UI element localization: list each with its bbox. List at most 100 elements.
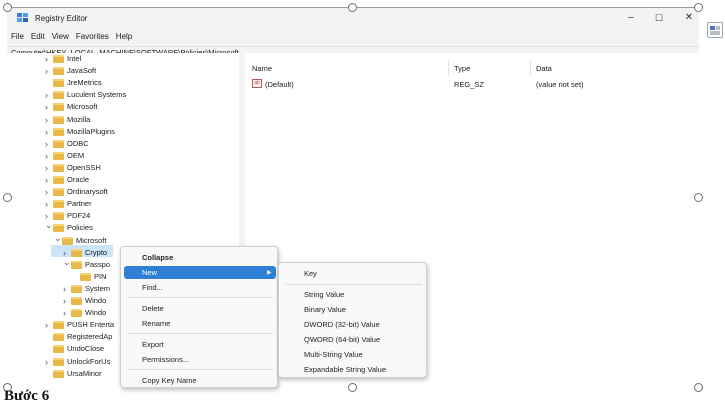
column-header-type[interactable]: Type (454, 64, 470, 73)
chevron-right-icon[interactable]: › (45, 198, 48, 210)
chevron-right-icon: ▶ (267, 270, 272, 276)
resize-handle[interactable] (348, 383, 357, 392)
submenu-item-dword-value[interactable]: DWORD (32-bit) Value (304, 320, 380, 329)
menu-item-copy-key-name[interactable]: Copy Key Name (142, 376, 197, 385)
minimize-button[interactable]: – (621, 11, 641, 25)
tree-item[interactable]: › JavaSoft (7, 65, 235, 77)
tree-item[interactable]: ⌄ Microsoft (7, 232, 235, 247)
tree-item[interactable]: › Partner (7, 198, 235, 210)
context-menu: Collapse New ▶ Find... Delete Rename Exp… (120, 246, 278, 388)
maximize-button[interactable]: ☐ (649, 11, 669, 25)
chevron-right-icon[interactable]: › (45, 186, 48, 198)
chevron-right-icon[interactable]: › (45, 138, 48, 150)
resize-handle[interactable] (694, 383, 703, 392)
menu-item-rename[interactable]: Rename (142, 319, 170, 328)
chevron-right-icon[interactable]: › (45, 53, 48, 65)
tree-item-label: UnlockForUs (67, 356, 111, 366)
chevron-right-icon[interactable]: › (63, 295, 66, 307)
folder-icon (53, 151, 64, 160)
value-data: (value not set) (536, 80, 584, 89)
resize-handle[interactable] (3, 3, 12, 12)
submenu-item-expandable-string-value[interactable]: Expandable String Value (304, 365, 386, 374)
chevron-right-icon[interactable]: › (45, 319, 48, 331)
close-button[interactable]: ✕ (679, 11, 699, 25)
menu-favorites[interactable]: Favorites (76, 32, 109, 41)
tree-item-label: JavaSoft (67, 66, 97, 76)
tree-item[interactable]: › Intel (7, 53, 235, 65)
column-divider[interactable] (530, 61, 531, 75)
tree-item-label: MozillaPlugins (67, 126, 115, 136)
tree-item-label: Windo (85, 308, 107, 318)
resize-handle[interactable] (348, 3, 357, 12)
tree-item-label: Intel (67, 54, 82, 63)
layout-options-icon[interactable] (707, 22, 723, 38)
tree-item[interactable]: JreMetrics (7, 77, 235, 89)
chevron-right-icon[interactable]: › (45, 162, 48, 174)
chevron-right-icon[interactable]: › (45, 150, 48, 162)
submenu-item-key[interactable]: Key (304, 269, 317, 278)
folder-icon (53, 212, 64, 221)
tree-item[interactable]: ⌄ Policies (7, 219, 235, 234)
submenu-item-string-value[interactable]: String Value (304, 290, 344, 299)
menu-file[interactable]: File (11, 32, 24, 41)
chevron-right-icon[interactable]: › (45, 126, 48, 138)
tree-item-label: Ordinarysoft (67, 187, 108, 197)
menu-separator (285, 284, 422, 285)
submenu-item-binary-value[interactable]: Binary Value (304, 305, 346, 314)
menu-edit[interactable]: Edit (31, 32, 45, 41)
chevron-right-icon[interactable]: › (45, 89, 48, 101)
menu-help[interactable]: Help (116, 32, 132, 41)
string-value-icon: ab (252, 79, 262, 88)
tree-item-label: Windo (85, 296, 107, 305)
folder-icon (53, 163, 64, 172)
tree-item[interactable]: › ODBC (7, 138, 235, 150)
menu-view[interactable]: View (52, 32, 69, 41)
submenu-item-multi-string-value[interactable]: Multi-String Value (304, 350, 363, 359)
chevron-down-icon[interactable]: ⌄ (45, 219, 53, 231)
menu-item-find[interactable]: Find... (142, 283, 163, 292)
resize-handle[interactable] (694, 193, 703, 202)
chevron-right-icon[interactable]: › (63, 283, 66, 295)
tree-item-label: PDF24 (67, 211, 91, 221)
tree-item[interactable]: › Microsoft (7, 101, 235, 113)
tree-item-label: System (85, 283, 111, 293)
menu-item-collapse[interactable]: Collapse (142, 253, 173, 262)
column-header-data[interactable]: Data (536, 64, 552, 73)
folder-icon (53, 55, 64, 63)
folder-icon (53, 139, 64, 148)
tree-item[interactable]: › Luculent Systems (7, 89, 235, 101)
tree-item[interactable]: › PDF24 (7, 210, 235, 222)
tree-item[interactable]: › Mozilla (7, 114, 235, 126)
submenu-item-qword-value[interactable]: QWORD (64-bit) Value (304, 335, 380, 344)
chevron-down-icon[interactable]: ⌄ (54, 232, 62, 244)
tree-item[interactable]: › OEM (7, 150, 235, 162)
tree-item-label: Policies (67, 223, 93, 233)
chevron-right-icon[interactable]: › (45, 114, 48, 126)
chevron-right-icon[interactable]: › (45, 101, 48, 113)
layout-options-glyph (710, 26, 720, 35)
tree-item-label: UndoClose (67, 344, 105, 354)
chevron-down-icon[interactable]: ⌄ (63, 256, 71, 268)
menu-item-delete[interactable]: Delete (142, 304, 164, 313)
resize-handle[interactable] (3, 193, 12, 202)
folder-icon (53, 369, 64, 378)
chevron-right-icon[interactable]: › (45, 356, 48, 368)
menu-item-permissions[interactable]: Permissions... (142, 355, 189, 364)
chevron-right-icon[interactable]: › (63, 307, 66, 319)
resize-handle[interactable] (694, 3, 703, 12)
folder-icon (71, 284, 82, 293)
tree-item[interactable]: › Ordinarysoft (7, 186, 235, 198)
folder-icon (53, 91, 64, 100)
tree-item[interactable]: › Oracle (7, 174, 235, 186)
folder-icon (53, 79, 64, 88)
tree-item[interactable]: › MozillaPlugins (7, 126, 235, 138)
chevron-right-icon[interactable]: › (45, 65, 48, 77)
column-header-name[interactable]: Name (252, 64, 272, 73)
value-name[interactable]: (Default) (265, 80, 294, 89)
chevron-right-icon[interactable]: › (45, 174, 48, 186)
tree-item-label: Partner (67, 199, 92, 209)
menu-item-new[interactable]: New (142, 268, 157, 277)
tree-item[interactable]: › OpenSSH (7, 162, 235, 174)
column-divider[interactable] (448, 61, 449, 75)
menu-item-export[interactable]: Export (142, 340, 164, 349)
